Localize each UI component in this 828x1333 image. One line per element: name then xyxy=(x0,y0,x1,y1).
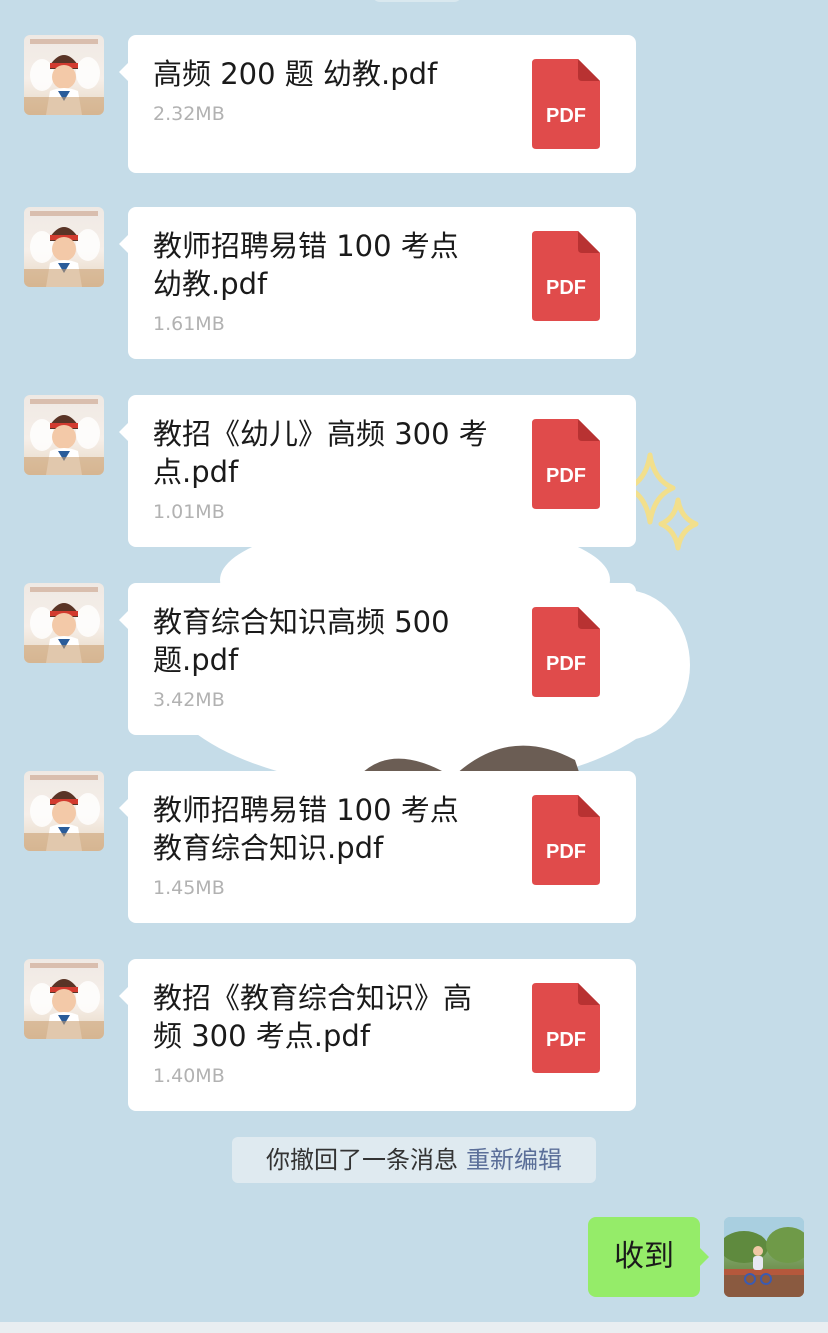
file-name: 高频 200 题 幼教.pdf xyxy=(153,57,438,91)
pdf-file-icon: PDF xyxy=(532,795,600,885)
file-size: 2.32MB xyxy=(153,103,225,125)
svg-text:PDF: PDF xyxy=(546,105,586,127)
avatar-illustration-icon xyxy=(24,211,104,287)
file-size: 1.40MB xyxy=(153,1065,225,1087)
avatar-illustration-icon xyxy=(24,39,104,115)
pdf-file-icon: PDF xyxy=(532,231,600,321)
file-bubble[interactable]: 高频 200 题 幼教.pdf 2.32MB PDF xyxy=(119,35,636,173)
avatar[interactable] xyxy=(24,395,104,475)
avatar[interactable] xyxy=(24,583,104,663)
file-size: 1.61MB xyxy=(153,313,225,335)
pdf-file-icon: PDF xyxy=(532,419,600,509)
avatar[interactable] xyxy=(24,771,104,851)
avatar[interactable] xyxy=(24,959,104,1039)
avatar-illustration-icon xyxy=(24,587,104,663)
re-edit-link[interactable]: 重新编辑 xyxy=(466,1146,562,1174)
input-bar-edge xyxy=(0,1322,828,1333)
avatar-illustration-icon xyxy=(24,963,104,1039)
avatar[interactable] xyxy=(24,35,104,115)
recall-text: 你撤回了一条消息 xyxy=(266,1146,458,1174)
svg-text:PDF: PDF xyxy=(546,465,586,487)
file-name: 教育综合知识高频 500 题.pdf xyxy=(153,605,450,677)
my-avatar-photo-icon xyxy=(724,1217,804,1297)
my-avatar[interactable] xyxy=(724,1217,804,1297)
file-name: 教招《教育综合知识》高频 300 考点.pdf xyxy=(153,981,473,1053)
svg-text:PDF: PDF xyxy=(546,841,586,863)
pdf-file-icon: PDF xyxy=(532,59,600,149)
file-bubble[interactable]: 教育综合知识高频 500 题.pdf 3.42MB PDF xyxy=(119,583,636,735)
recall-notice: 你撤回了一条消息 重新编辑 xyxy=(232,1137,596,1183)
my-text-bubble[interactable]: 收到 xyxy=(588,1217,709,1297)
avatar-illustration-icon xyxy=(24,775,104,851)
file-size: 1.45MB xyxy=(153,877,225,899)
file-size: 1.01MB xyxy=(153,501,225,523)
file-bubble[interactable]: 教招《教育综合知识》高频 300 考点.pdf 1.40MB PDF xyxy=(119,959,636,1111)
svg-text:PDF: PDF xyxy=(546,1029,586,1051)
pdf-file-icon: PDF xyxy=(532,607,600,697)
file-bubble[interactable]: 教师招聘易错 100 考点 教育综合知识.pdf 1.45MB PDF xyxy=(119,771,636,923)
file-bubble[interactable]: 教师招聘易错 100 考点 幼教.pdf 1.61MB PDF xyxy=(119,207,636,359)
svg-text:PDF: PDF xyxy=(546,653,586,675)
avatar[interactable] xyxy=(24,207,104,287)
file-size: 3.42MB xyxy=(153,689,225,711)
file-name: 教师招聘易错 100 考点 教育综合知识.pdf xyxy=(153,793,459,865)
pdf-file-icon: PDF xyxy=(532,983,600,1073)
file-name: 教招《幼儿》高频 300 考点.pdf xyxy=(153,417,488,489)
svg-text:PDF: PDF xyxy=(546,277,586,299)
file-bubble[interactable]: 教招《幼儿》高频 300 考点.pdf 1.01MB PDF xyxy=(119,395,636,547)
avatar-illustration-icon xyxy=(24,399,104,475)
file-name: 教师招聘易错 100 考点 幼教.pdf xyxy=(153,229,459,301)
